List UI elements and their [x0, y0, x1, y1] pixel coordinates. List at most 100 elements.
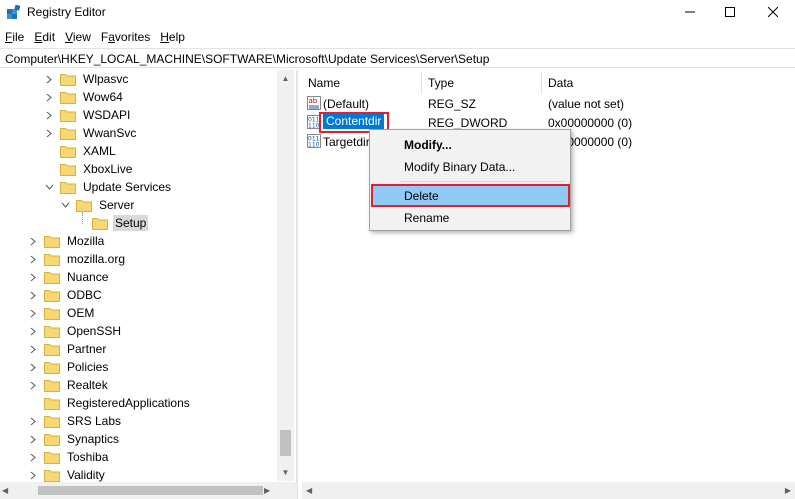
address-bar[interactable]: Computer\HKEY_LOCAL_MACHINE\SOFTWARE\Mic…	[0, 48, 795, 68]
tree-item-update-services[interactable]: Update Services	[44, 178, 173, 196]
tree-item-synaptics[interactable]: Synaptics	[28, 430, 121, 448]
chevron-right-icon[interactable]	[28, 232, 38, 250]
menu-separator	[400, 181, 566, 182]
folder-icon	[76, 199, 92, 212]
folder-icon	[44, 451, 60, 464]
context-menu-rename[interactable]: Rename	[372, 206, 568, 228]
tree-item-label: Toshiba	[67, 450, 109, 464]
scroll-left-arrow-icon[interactable]: ◀	[2, 482, 16, 499]
tree-item-wlpasvc[interactable]: Wlpasvc	[44, 70, 130, 88]
tree-item-label: mozilla.org	[67, 252, 126, 266]
scroll-down-arrow-icon[interactable]: ▼	[277, 464, 294, 481]
chevron-right-icon[interactable]	[44, 124, 54, 142]
tree-item-xaml[interactable]: XAML	[44, 142, 118, 160]
tree-item-label: Server	[99, 198, 135, 212]
folder-icon	[60, 91, 76, 104]
tree-item-srs-labs[interactable]: SRS Labs	[28, 412, 123, 430]
registry-editor-icon	[7, 5, 21, 19]
chevron-right-icon[interactable]	[44, 88, 54, 106]
tree-item-policies[interactable]: Policies	[28, 358, 110, 376]
maximize-icon	[724, 7, 735, 17]
values-horizontal-scrollbar[interactable]: ◀ ▶	[302, 482, 795, 499]
value-data: (value not set)	[548, 97, 625, 111]
chevron-right-icon[interactable]	[28, 250, 38, 268]
chevron-right-icon[interactable]	[28, 448, 38, 466]
highlight-box-delete	[371, 184, 570, 207]
tree-item-mozilla[interactable]: Mozilla	[28, 232, 106, 250]
scroll-thumb[interactable]	[280, 430, 291, 456]
column-header-data[interactable]: Data	[542, 72, 795, 94]
chevron-right-icon[interactable]	[28, 412, 38, 430]
tree-item-mozilla-org[interactable]: mozilla.org	[28, 250, 127, 268]
tree-item-realtek[interactable]: Realtek	[28, 376, 110, 394]
column-header-name[interactable]: Name	[302, 72, 422, 94]
menu-favorites[interactable]: Favorites	[96, 27, 155, 47]
scroll-left-arrow-icon[interactable]: ◀	[306, 482, 312, 499]
tree-item-label: Realtek	[67, 378, 108, 392]
chevron-right-icon[interactable]	[28, 304, 38, 322]
menu-view[interactable]: View	[60, 27, 96, 47]
folder-icon	[44, 271, 60, 284]
folder-icon	[44, 397, 60, 410]
context-menu-modify[interactable]: Modify...	[372, 133, 568, 155]
folder-icon	[44, 415, 60, 428]
tree-item-oem[interactable]: OEM	[28, 304, 96, 322]
scroll-up-arrow-icon[interactable]: ▲	[277, 70, 294, 87]
tree-item-server[interactable]: Server	[60, 196, 136, 214]
tree-item-wow64[interactable]: Wow64	[44, 88, 125, 106]
chevron-down-icon[interactable]	[60, 196, 70, 214]
tree-item-label: OEM	[67, 306, 95, 320]
tree-item-label: Partner	[67, 342, 107, 356]
folder-icon	[44, 289, 60, 302]
minimize-button[interactable]	[667, 0, 712, 24]
close-button[interactable]	[750, 0, 795, 24]
menu-file[interactable]: File	[0, 27, 29, 47]
window-title: Registry Editor	[27, 5, 106, 19]
chevron-down-icon[interactable]	[44, 178, 54, 196]
tree-vertical-scrollbar[interactable]: ▲ ▼	[277, 70, 294, 481]
svg-text:110: 110	[308, 123, 320, 130]
menu-help[interactable]: Help	[155, 27, 190, 47]
tree-item-nuance[interactable]: Nuance	[28, 268, 110, 286]
tree-item-label: ODBC	[67, 288, 102, 302]
scroll-right-arrow-icon[interactable]: ▶	[785, 482, 791, 499]
tree-item-label: XAML	[83, 144, 116, 158]
tree-item-registeredapplications[interactable]: RegisteredApplications	[28, 394, 192, 412]
tree-item-xboxlive[interactable]: XboxLive	[44, 160, 134, 178]
folder-icon	[44, 343, 60, 356]
scroll-thumb[interactable]	[38, 486, 263, 495]
column-header-type[interactable]: Type	[422, 72, 542, 94]
tree-item-setup[interactable]: Setup	[76, 214, 149, 232]
tree-horizontal-scrollbar[interactable]: ◀ ▶	[0, 482, 297, 499]
menu-favorites-accel: a	[108, 30, 115, 44]
folder-icon	[44, 325, 60, 338]
tree-item-partner[interactable]: Partner	[28, 340, 108, 358]
tree-item-wwansvc[interactable]: WwanSvc	[44, 124, 138, 142]
chevron-right-icon[interactable]	[28, 340, 38, 358]
tree-item-openssh[interactable]: OpenSSH	[28, 322, 123, 340]
pane-splitter[interactable]	[297, 70, 301, 499]
folder-icon	[44, 253, 60, 266]
tree-item-wsdapi[interactable]: WSDAPI	[44, 106, 132, 124]
context-menu-modify-binary[interactable]: Modify Binary Data...	[372, 155, 568, 177]
chevron-right-icon[interactable]	[28, 358, 38, 376]
chevron-right-icon[interactable]	[28, 430, 38, 448]
chevron-right-icon[interactable]	[28, 268, 38, 286]
minimize-icon	[684, 11, 695, 13]
chevron-right-icon[interactable]	[28, 322, 38, 340]
menu-favorites-label: Favorites	[101, 30, 150, 44]
scroll-right-arrow-icon[interactable]: ▶	[264, 482, 278, 499]
menu-edit[interactable]: Edit	[29, 27, 60, 47]
maximize-button[interactable]	[707, 0, 752, 24]
tree-item-label: OpenSSH	[67, 324, 122, 338]
tree-item-label: Setup	[113, 215, 149, 231]
chevron-right-icon[interactable]	[28, 376, 38, 394]
tree-item-odbc[interactable]: ODBC	[28, 286, 104, 304]
value-type: REG_SZ	[428, 97, 477, 111]
chevron-right-icon[interactable]	[44, 106, 54, 124]
chevron-right-icon[interactable]	[28, 286, 38, 304]
chevron-right-icon[interactable]	[44, 70, 54, 88]
value-row-default[interactable]: ab (Default) REG_SZ (value not set)	[302, 94, 795, 113]
tree-item-toshiba[interactable]: Toshiba	[28, 448, 110, 466]
